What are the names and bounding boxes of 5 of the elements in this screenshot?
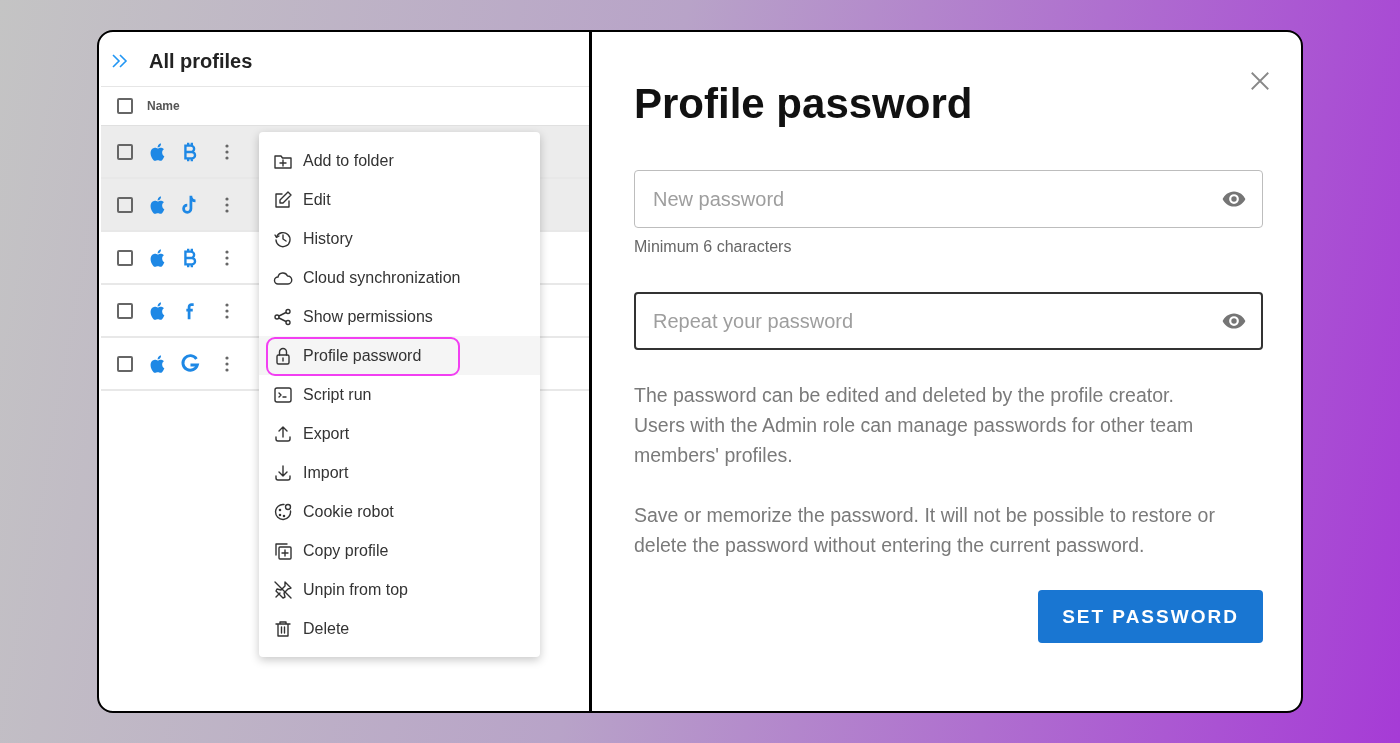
dialog-title: Profile password: [634, 79, 974, 129]
info-paragraph: The password can be edited and deleted by the profile creator. Users with the Admin role can manage passwords for other team members' profiles.: [634, 383, 1195, 468]
helper-text: Minimum 6 characters: [634, 238, 793, 256]
panel-title: All profiles: [149, 49, 253, 73]
info-paragraph: Save or memorize the password. It will not be possible to restore or delete the password without entering the current password.: [634, 503, 1216, 558]
